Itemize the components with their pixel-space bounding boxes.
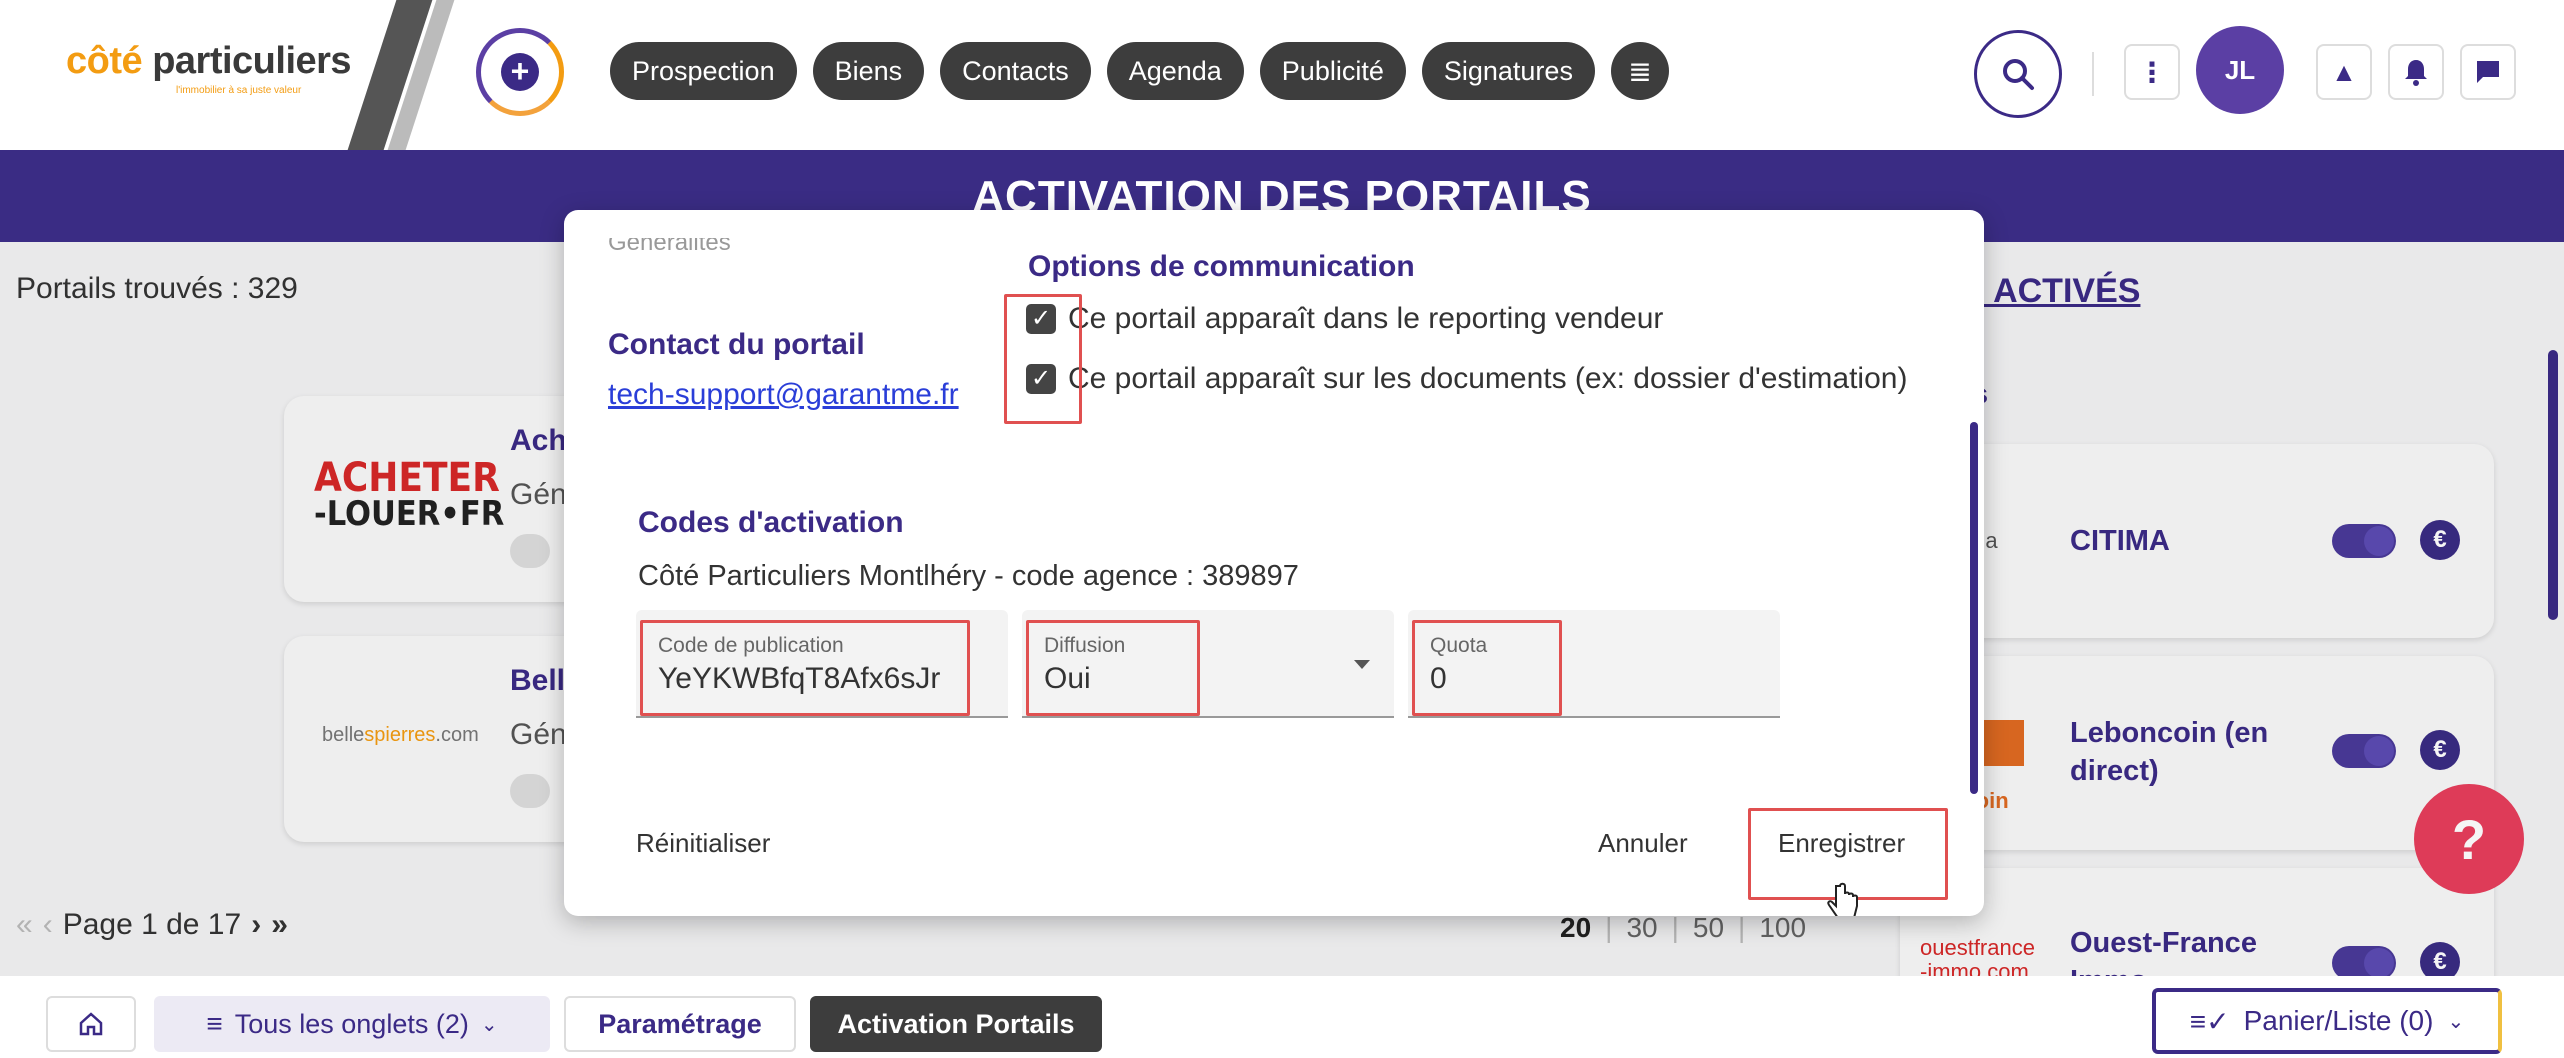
agency-code-line: Côté Particuliers Montlhéry - code agenc… (638, 560, 1299, 592)
modal-scrollbar[interactable] (1970, 422, 1978, 794)
nav-prospection[interactable]: Prospection (610, 42, 797, 100)
checklist-icon: ≡✓ (2189, 1005, 2230, 1037)
save-button[interactable]: Enregistrer (1778, 828, 1905, 859)
tab-parametrage[interactable]: Paramétrage (564, 996, 796, 1052)
avatar[interactable]: JL (2196, 26, 2284, 114)
notifications-button[interactable] (2388, 44, 2444, 100)
tab-activation-portails[interactable]: Activation Portails (810, 996, 1102, 1052)
checkbox-checked-icon[interactable]: ✓ (1026, 364, 1056, 394)
home-icon (79, 1012, 103, 1036)
option-reporting-vendeur[interactable]: ✓ Ce portail apparaît dans le reporting … (1026, 302, 1663, 336)
cart-list-button[interactable]: ≡✓ Panier/Liste (0) ⌄ (2152, 988, 2502, 1054)
chat-icon (2477, 61, 2499, 83)
cancel-button[interactable]: Annuler (1598, 828, 1688, 859)
more-options-button[interactable]: ⋮ (2124, 44, 2180, 100)
chevron-down-icon (1354, 660, 1370, 669)
contact-section-title: Contact du portail (608, 328, 865, 361)
chevron-down-icon: ⌄ (480, 1013, 498, 1036)
section-label-generalites: Généralités (608, 238, 731, 250)
activation-codes-title: Codes d'activation (638, 506, 904, 539)
reset-button[interactable]: Réinitialiser (636, 828, 770, 859)
header-separator (2092, 52, 2094, 96)
option-documents[interactable]: ✓ Ce portail apparaît sur les documents … (1026, 362, 1907, 396)
nav-agenda[interactable]: Agenda (1106, 42, 1244, 100)
nav-publicite[interactable]: Publicité (1259, 42, 1406, 100)
nav-contacts[interactable]: Contacts (940, 42, 1091, 100)
nav-more-button[interactable]: ≣ (1610, 42, 1669, 100)
all-tabs-dropdown[interactable]: ≡ Tous les onglets (2) ⌄ (154, 996, 550, 1052)
diffusion-select[interactable]: Diffusion Oui (1022, 610, 1394, 718)
contact-email-link[interactable]: tech-support@garantme.fr (608, 378, 959, 412)
checkbox-checked-icon[interactable]: ✓ (1026, 304, 1056, 334)
alerts-button[interactable]: ▲ (2316, 44, 2372, 100)
quota-field[interactable]: Quota 0 (1408, 610, 1780, 718)
bottom-tab-bar: ≡ Tous les onglets (2) ⌄ Paramétrage Act… (0, 976, 2564, 1058)
add-button[interactable]: + (476, 28, 564, 116)
publication-code-field[interactable]: Code de publication YeYKWBfqT8Afx6sJr (636, 610, 1008, 718)
logo[interactable]: côté particuliers l'immobilier à sa just… (66, 40, 356, 96)
portal-settings-modal: Généralités Contact du portail tech-supp… (564, 210, 1984, 916)
search-button[interactable] (1974, 30, 2062, 118)
chevron-down-icon: ⌄ (2447, 1010, 2465, 1033)
hand-cursor-icon (1827, 882, 1858, 916)
nav-biens[interactable]: Biens (812, 42, 925, 100)
messages-button[interactable] (2460, 44, 2516, 100)
menu-icon: ≣ (1628, 55, 1652, 87)
search-icon (2003, 59, 2034, 90)
communication-options-title: Options de communication (1028, 250, 1415, 283)
alert-icon: ▲ (2331, 56, 2357, 87)
main-nav: Prospection Biens Contacts Agenda Public… (610, 42, 1669, 100)
app-header: côté particuliers l'immobilier à sa just… (0, 0, 2564, 160)
more-vertical-icon: ⋮ (2138, 56, 2166, 88)
bell-icon (2405, 60, 2427, 86)
home-button[interactable] (46, 996, 136, 1052)
add-icon: + (501, 53, 539, 91)
list-icon: ≡ (206, 1008, 223, 1039)
nav-signatures[interactable]: Signatures (1421, 42, 1595, 100)
